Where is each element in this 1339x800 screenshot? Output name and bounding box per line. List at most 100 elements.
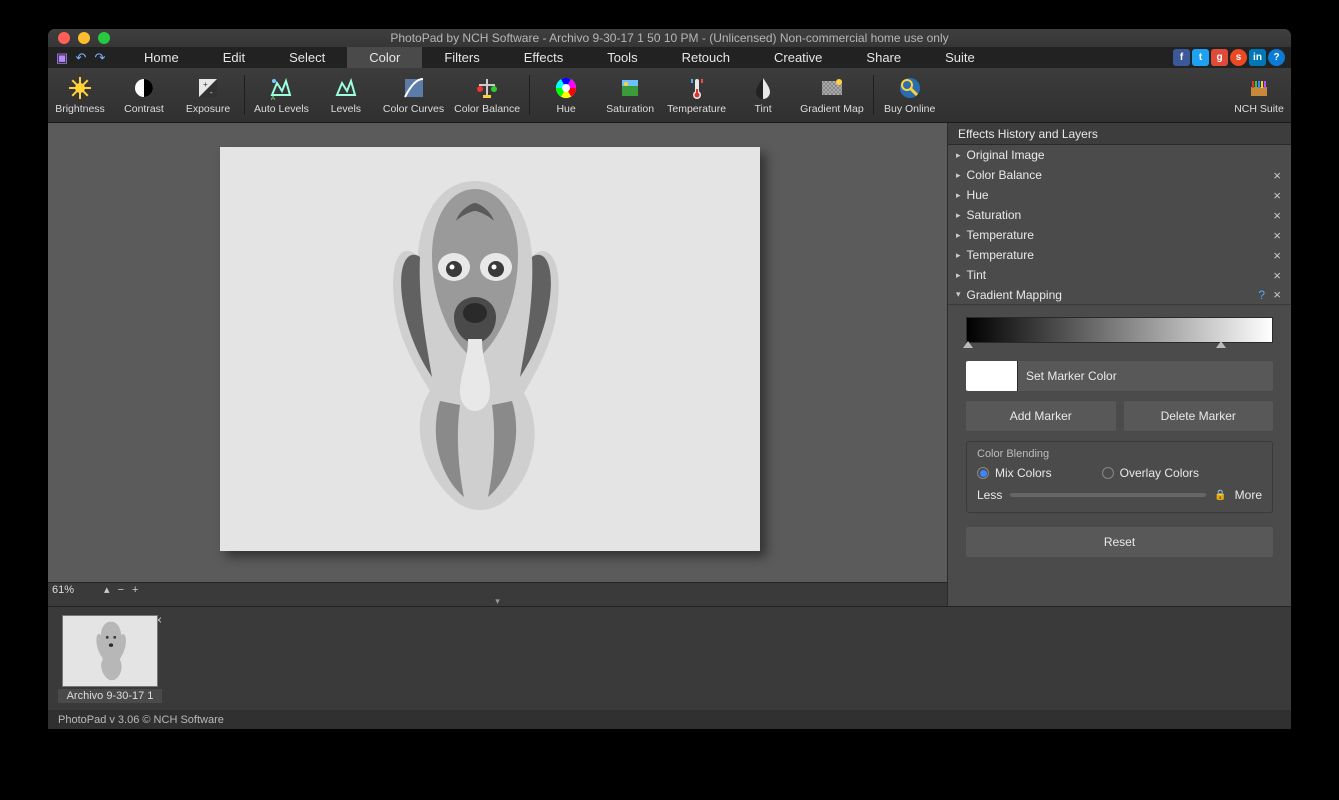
linkedin-icon[interactable]: in	[1249, 49, 1266, 66]
help-icon[interactable]: ?	[1268, 49, 1285, 66]
menu-suite[interactable]: Suite	[923, 47, 997, 68]
stumbleupon-icon[interactable]: s	[1230, 49, 1247, 66]
triangle-right-icon: ▸	[956, 210, 961, 221]
marker-color-label[interactable]: Set Marker Color	[1018, 369, 1273, 383]
undo-icon[interactable]: ↶	[73, 50, 89, 66]
layer-color-balance[interactable]: ▸Color Balance×	[948, 165, 1291, 185]
tool-buy[interactable]: Buy Online	[878, 68, 942, 123]
close-icon[interactable]: ×	[1273, 228, 1281, 243]
add-marker-button[interactable]: Add Marker	[966, 401, 1116, 431]
triangle-down-icon: ▾	[956, 289, 961, 300]
thumbnail-item[interactable]: × Archivo 9-30-17 1	[58, 613, 162, 703]
tool-autolevels[interactable]: AAuto Levels	[249, 68, 314, 123]
curves-icon	[401, 75, 427, 101]
menu-effects[interactable]: Effects	[502, 47, 586, 68]
menu-share[interactable]: Share	[844, 47, 923, 68]
maximize-window-button[interactable]	[98, 32, 110, 44]
redo-icon[interactable]: ↷	[92, 50, 108, 66]
menu-creative[interactable]: Creative	[752, 47, 844, 68]
tool-hue[interactable]: Hue	[534, 68, 598, 123]
menu-color[interactable]: Color	[347, 47, 422, 68]
blend-slider[interactable]	[1010, 493, 1206, 497]
zoom-bar: 61% ▴ − +	[48, 582, 947, 596]
layer-original-image[interactable]: ▸Original Image	[948, 145, 1291, 165]
gradientmap-icon	[819, 75, 845, 101]
canvas-view[interactable]	[48, 123, 947, 582]
overlay-colors-radio[interactable]: Overlay Colors	[1102, 466, 1199, 480]
tool-tint[interactable]: Tint	[731, 68, 795, 123]
tool-temperature[interactable]: Temperature	[662, 68, 731, 123]
triangle-right-icon: ▸	[956, 190, 961, 201]
triangle-right-icon: ▸	[956, 230, 961, 241]
zoom-out-icon[interactable]: −	[118, 584, 124, 596]
minimize-window-button[interactable]	[78, 32, 90, 44]
save-icon[interactable]: ▣	[54, 50, 70, 66]
tool-balance[interactable]: Color Balance	[449, 68, 525, 123]
menu-edit[interactable]: Edit	[201, 47, 267, 68]
tool-curves[interactable]: Color Curves	[378, 68, 449, 123]
canvas-collapse-bar[interactable]: ▾	[48, 596, 947, 606]
gradient-mapping-panel: Set Marker Color Add Marker Delete Marke…	[948, 305, 1291, 571]
tool-contrast[interactable]: Contrast	[112, 68, 176, 123]
side-panel: Effects History and Layers ▸Original Ima…	[947, 123, 1291, 606]
menu-select[interactable]: Select	[267, 47, 347, 68]
triangle-right-icon: ▸	[956, 250, 961, 261]
app-window: PhotoPad by NCH Software - Archivo 9-30-…	[48, 29, 1291, 729]
main-area: 61% ▴ − + ▾ Effects History and Layers ▸…	[48, 123, 1291, 606]
overlay-colors-label: Overlay Colors	[1120, 466, 1199, 480]
layer-label: Hue	[967, 188, 989, 202]
close-window-button[interactable]	[58, 32, 70, 44]
gradient-bar[interactable]	[966, 317, 1273, 343]
layer-gradient-mapping[interactable]: ▾ Gradient Mapping ? ×	[948, 285, 1291, 305]
help-small-icon[interactable]: ?	[1258, 288, 1265, 302]
facebook-icon[interactable]: f	[1173, 49, 1190, 66]
close-icon[interactable]: ×	[1273, 168, 1281, 183]
reset-button[interactable]: Reset	[966, 527, 1273, 557]
exposure-icon: +-	[195, 75, 221, 101]
menu-home[interactable]: Home	[122, 47, 201, 68]
tool-label: Contrast	[124, 103, 164, 115]
close-icon[interactable]: ×	[1273, 188, 1281, 203]
layer-tint[interactable]: ▸Tint×	[948, 265, 1291, 285]
tool-label: Auto Levels	[254, 103, 309, 115]
zoom-in-icon[interactable]: +	[132, 584, 138, 596]
close-icon[interactable]: ×	[1273, 287, 1281, 302]
set-marker-row: Set Marker Color	[966, 361, 1273, 391]
gradient-marker-start[interactable]	[963, 341, 973, 348]
layer-label: Saturation	[967, 208, 1022, 222]
googleplus-icon[interactable]: g	[1211, 49, 1228, 66]
buy-icon	[897, 75, 923, 101]
menu-tools[interactable]: Tools	[585, 47, 659, 68]
twitter-icon[interactable]: t	[1192, 49, 1209, 66]
close-icon[interactable]: ×	[1273, 208, 1281, 223]
tool-label: Exposure	[186, 103, 230, 115]
tool-levels[interactable]: Levels	[314, 68, 378, 123]
tool-label: Tint	[755, 103, 772, 115]
layer-temperature[interactable]: ▸Temperature×	[948, 245, 1291, 265]
menu-retouch[interactable]: Retouch	[660, 47, 752, 68]
artwork-canvas[interactable]	[220, 147, 760, 551]
canvas-area: 61% ▴ − + ▾	[48, 123, 947, 606]
marker-color-swatch[interactable]	[966, 361, 1018, 391]
tool-suite[interactable]: NCH Suite	[1227, 68, 1291, 123]
tool-saturation[interactable]: Saturation	[598, 68, 662, 123]
delete-marker-button[interactable]: Delete Marker	[1124, 401, 1274, 431]
layer-label: Tint	[967, 268, 987, 282]
zoom-fit-icon[interactable]: ▴	[104, 583, 110, 596]
mix-colors-radio[interactable]: Mix Colors	[977, 466, 1052, 480]
close-icon[interactable]: ×	[1273, 268, 1281, 283]
tool-brightness[interactable]: Brightness	[48, 68, 112, 123]
toolbar: Brightness Contrast +- Exposure AAuto Levels…	[48, 68, 1291, 123]
radio-off-icon	[1102, 467, 1114, 479]
layer-temperature[interactable]: ▸Temperature×	[948, 225, 1291, 245]
menu-filters[interactable]: Filters	[422, 47, 501, 68]
close-icon[interactable]: ×	[1273, 248, 1281, 263]
gradient-marker-end[interactable]	[1216, 341, 1226, 348]
mix-colors-label: Mix Colors	[995, 466, 1052, 480]
tool-gradientmap[interactable]: Gradient Map	[795, 68, 869, 123]
layer-saturation[interactable]: ▸ Saturation ×	[948, 205, 1291, 225]
triangle-right-icon: ▸	[956, 150, 961, 161]
layer-hue[interactable]: ▸ Hue ×	[948, 185, 1291, 205]
tool-label: Color Balance	[454, 103, 520, 115]
tool-exposure[interactable]: +- Exposure	[176, 68, 240, 123]
